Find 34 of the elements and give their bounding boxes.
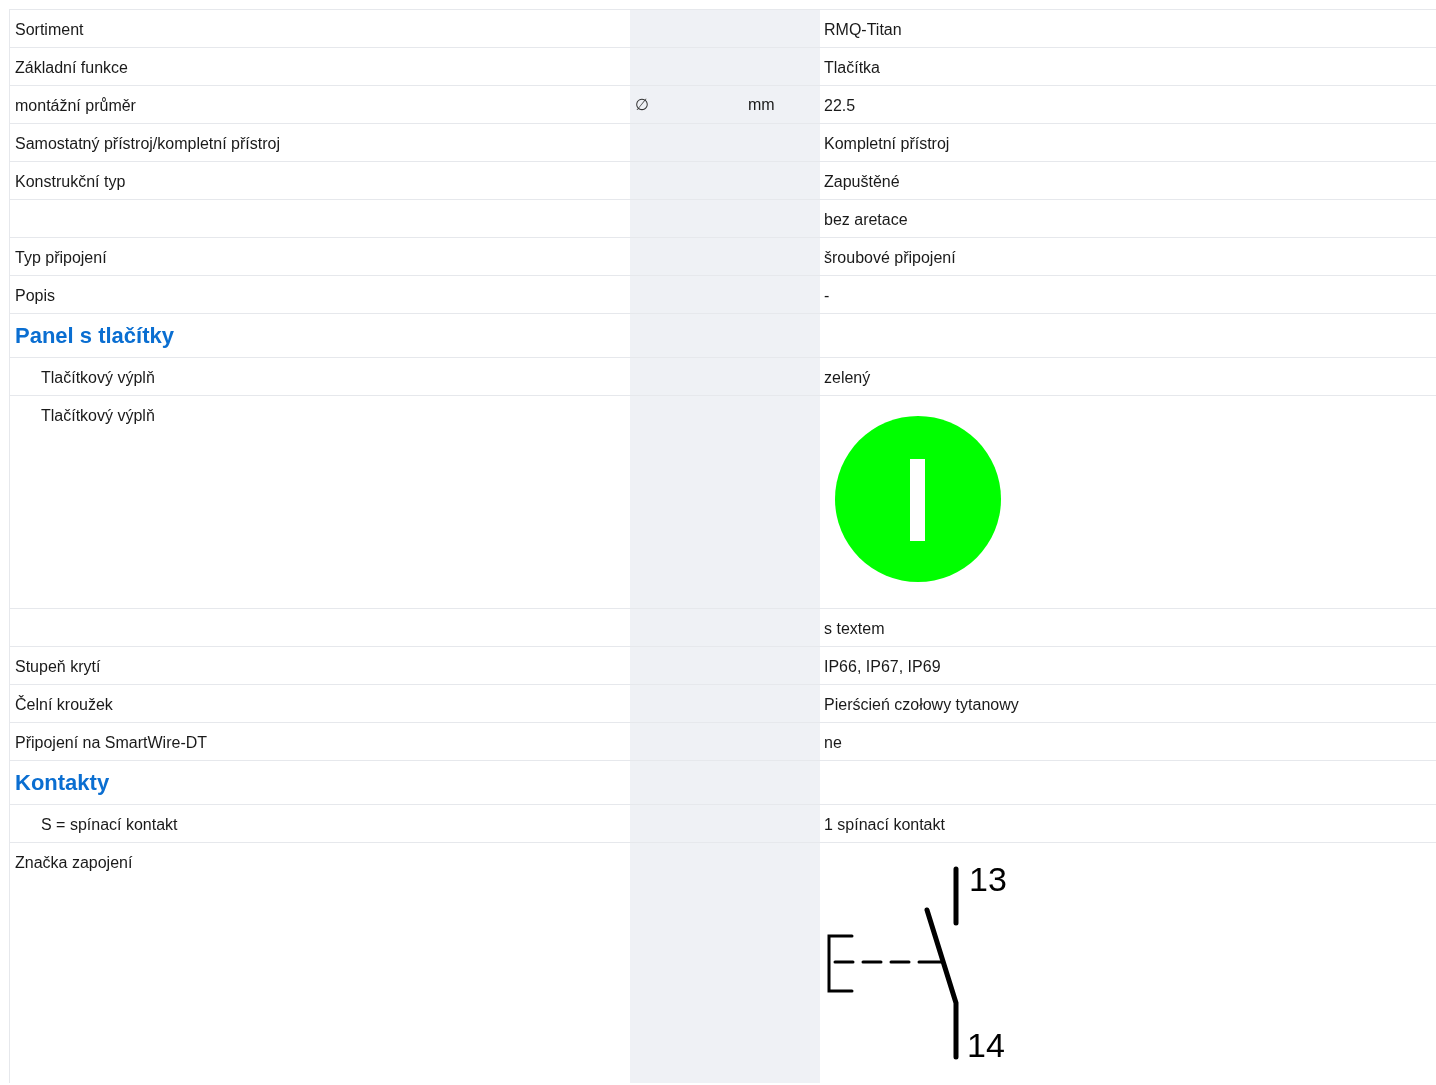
spec-label: Tlačítkový výplň — [41, 369, 155, 386]
unit-cell: mm — [744, 86, 820, 123]
spec-value: Kompletní přístroj — [824, 135, 950, 152]
spec-value: IP66, IP67, IP69 — [824, 658, 941, 675]
spec-value: zelený — [824, 369, 871, 386]
spec-label: Čelní kroužek — [15, 696, 113, 713]
spec-value: - — [824, 287, 830, 304]
terminal-number: 13 — [969, 859, 1007, 899]
spec-value: 22.5 — [824, 97, 856, 114]
spec-label: Připojení na SmartWire-DT — [15, 734, 208, 751]
spec-value: 1 spínací kontakt — [824, 816, 945, 833]
spec-label: montážní průměr — [15, 97, 136, 114]
spec-value: Zapuštěné — [824, 173, 900, 190]
spec-label: Samostatný přístroj/kompletní přístroj — [15, 135, 280, 152]
spec-value: Tlačítka — [824, 59, 880, 76]
spec-label: Typ připojení — [15, 249, 107, 266]
spec-label: Konstrukční typ — [15, 173, 126, 190]
spec-label: Základní funkce — [15, 59, 128, 76]
section-heading: Kontakty — [15, 770, 110, 795]
spec-value: Pierścień czołowy tytanowy — [824, 696, 1019, 713]
spec-label: Sortiment — [15, 21, 84, 38]
terminal-number: 14 — [967, 1025, 1005, 1065]
spec-value: bez aretace — [824, 211, 908, 228]
spec-label: Značka zapojení — [15, 854, 133, 871]
spec-value: RMQ-Titan — [824, 21, 902, 38]
symbol-cell: ∅ — [630, 86, 744, 123]
spec-label: Tlačítkový výplň — [41, 407, 155, 424]
spec-label: Stupeň krytí — [15, 658, 101, 675]
section-heading: Panel s tlačítky — [15, 323, 174, 348]
spec-value: šroubové připojení — [824, 249, 956, 266]
spec-value: s textem — [824, 620, 885, 637]
spec-label: Popis — [15, 287, 56, 304]
spec-label: S = spínací kontakt — [41, 816, 178, 833]
spec-value: ne — [824, 734, 842, 751]
